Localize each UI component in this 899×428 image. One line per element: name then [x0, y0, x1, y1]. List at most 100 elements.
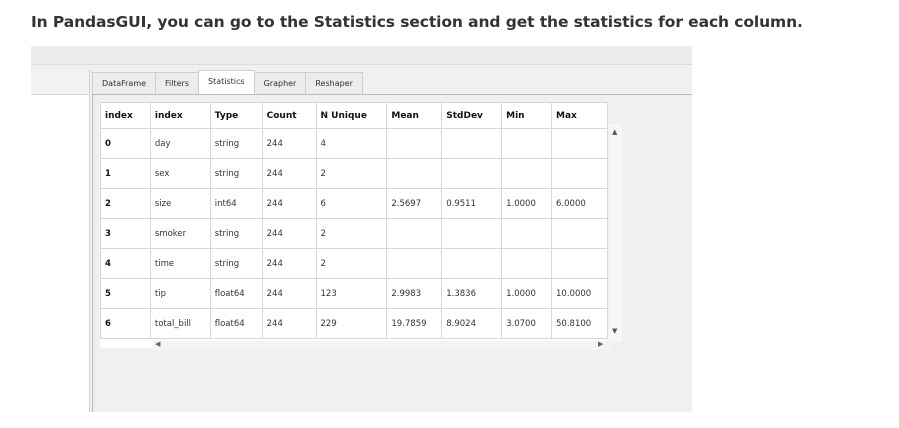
table-header-row: index index Type Count N Unique Mean Std… — [100, 102, 608, 129]
column-header-stddev[interactable]: StdDev — [441, 102, 503, 129]
column-header-count[interactable]: Count — [261, 102, 317, 129]
table-cell[interactable]: 6 — [100, 308, 151, 339]
panel-splitter[interactable] — [89, 70, 90, 412]
table-cell[interactable]: 10.0000 — [551, 278, 608, 309]
tab-bar: DataFrame Filters Statistics Grapher Res… — [92, 70, 363, 94]
table-cell[interactable]: 244 — [261, 308, 317, 339]
tab-reshaper[interactable]: Reshaper — [305, 72, 363, 94]
table-cell[interactable] — [551, 128, 608, 159]
table-cell[interactable]: string — [209, 158, 263, 189]
table-cell[interactable]: 2.5697 — [386, 188, 443, 219]
table-cell[interactable]: float64 — [209, 308, 263, 339]
table-cell[interactable] — [386, 248, 443, 279]
table-cell[interactable]: string — [209, 218, 263, 249]
table-row[interactable]: 5 tip float64 244 123 2.9983 1.3836 1.00… — [100, 278, 608, 309]
table-cell[interactable]: 3.0700 — [501, 308, 553, 339]
table-cell[interactable]: 4 — [315, 128, 388, 159]
table-cell[interactable] — [551, 158, 608, 189]
tab-content-frame — [92, 95, 95, 412]
table-cell[interactable]: float64 — [209, 278, 263, 309]
table-cell[interactable]: total_bill — [149, 308, 211, 339]
table-cell[interactable] — [501, 128, 553, 159]
table-cell[interactable]: int64 — [209, 188, 263, 219]
table-cell[interactable]: 244 — [261, 188, 317, 219]
table-cell[interactable]: 1.3836 — [441, 278, 503, 309]
table-cell[interactable]: 0.9511 — [441, 188, 503, 219]
table-cell[interactable] — [551, 248, 608, 279]
table-cell[interactable] — [501, 218, 553, 249]
column-header-type[interactable]: Type — [209, 102, 263, 129]
table-cell[interactable]: 244 — [261, 158, 317, 189]
tab-filters[interactable]: Filters — [155, 72, 200, 94]
column-header-n-unique[interactable]: N Unique — [315, 102, 388, 129]
table-cell[interactable]: 2 — [315, 218, 388, 249]
table-cell[interactable]: 0 — [100, 128, 151, 159]
table-cell[interactable]: 244 — [261, 218, 317, 249]
statistics-table: index index Type Count N Unique Mean Std… — [100, 102, 608, 339]
table-cell[interactable] — [386, 158, 443, 189]
table-cell[interactable]: 1 — [100, 158, 151, 189]
table-cell[interactable] — [501, 248, 553, 279]
column-header-index[interactable]: index — [100, 102, 151, 129]
table-row[interactable]: 3 smoker string 244 2 — [100, 218, 608, 249]
tab-underline — [92, 94, 692, 95]
table-cell[interactable]: 244 — [261, 128, 317, 159]
column-header-name[interactable]: index — [149, 102, 211, 129]
table-cell[interactable]: 8.9024 — [441, 308, 503, 339]
table-cell[interactable]: 50.8100 — [551, 308, 608, 339]
table-cell[interactable]: 6 — [315, 188, 388, 219]
table-row[interactable]: 4 time string 244 2 — [100, 248, 608, 279]
table-cell[interactable]: 6.0000 — [551, 188, 608, 219]
table-cell[interactable]: size — [149, 188, 211, 219]
statistics-table-container: index index Type Count N Unique Mean Std… — [100, 102, 608, 348]
triangle-left-icon[interactable]: ◀ — [155, 340, 160, 348]
column-header-max[interactable]: Max — [551, 102, 608, 129]
table-row[interactable]: 2 size int64 244 6 2.5697 0.9511 1.0000 … — [100, 188, 608, 219]
column-header-min[interactable]: Min — [501, 102, 553, 129]
table-cell[interactable]: 19.7859 — [386, 308, 443, 339]
table-cell[interactable]: 1.0000 — [501, 278, 553, 309]
table-cell[interactable] — [441, 158, 503, 189]
window-toolbar — [31, 46, 692, 65]
table-cell[interactable] — [441, 128, 503, 159]
table-cell[interactable] — [386, 128, 443, 159]
table-cell[interactable] — [386, 218, 443, 249]
table-row[interactable]: 6 total_bill float64 244 229 19.7859 8.9… — [100, 308, 608, 339]
tab-dataframe[interactable]: DataFrame — [92, 72, 157, 94]
table-cell[interactable]: sex — [149, 158, 211, 189]
table-row[interactable]: 1 sex string 244 2 — [100, 158, 608, 189]
table-cell[interactable] — [551, 218, 608, 249]
table-cell[interactable]: smoker — [149, 218, 211, 249]
table-cell[interactable]: 1.0000 — [501, 188, 553, 219]
table-cell[interactable]: 244 — [261, 278, 317, 309]
table-cell[interactable]: 229 — [315, 308, 388, 339]
table-cell[interactable] — [501, 158, 553, 189]
table-cell[interactable]: time — [149, 248, 211, 279]
table-cell[interactable]: string — [209, 248, 263, 279]
tab-statistics[interactable]: Statistics — [198, 70, 255, 94]
table-cell[interactable] — [441, 248, 503, 279]
horizontal-scrollbar[interactable] — [153, 341, 610, 350]
triangle-right-icon[interactable]: ▶ — [598, 340, 603, 348]
table-cell[interactable]: tip — [149, 278, 211, 309]
table-cell[interactable]: string — [209, 128, 263, 159]
table-cell[interactable]: 4 — [100, 248, 151, 279]
column-header-mean[interactable]: Mean — [386, 102, 443, 129]
table-cell[interactable]: 2 — [315, 158, 388, 189]
table-cell[interactable]: 5 — [100, 278, 151, 309]
triangle-up-icon[interactable]: ▲ — [612, 128, 617, 136]
vertical-scrollbar[interactable] — [609, 124, 622, 342]
table-row[interactable]: 0 day string 244 4 — [100, 128, 608, 159]
tab-grapher[interactable]: Grapher — [253, 72, 307, 94]
pandasgui-window: DataFrame Filters Statistics Grapher Res… — [31, 46, 692, 412]
table-cell[interactable]: 2 — [315, 248, 388, 279]
table-cell[interactable]: 123 — [315, 278, 388, 309]
triangle-down-icon[interactable]: ▼ — [612, 327, 617, 335]
table-cell[interactable]: 2.9983 — [386, 278, 443, 309]
table-cell[interactable]: 2 — [100, 188, 151, 219]
table-cell[interactable] — [441, 218, 503, 249]
table-cell[interactable]: 244 — [261, 248, 317, 279]
article-heading: In PandasGUI, you can go to the Statisti… — [31, 13, 803, 31]
table-cell[interactable]: day — [149, 128, 211, 159]
table-cell[interactable]: 3 — [100, 218, 151, 249]
